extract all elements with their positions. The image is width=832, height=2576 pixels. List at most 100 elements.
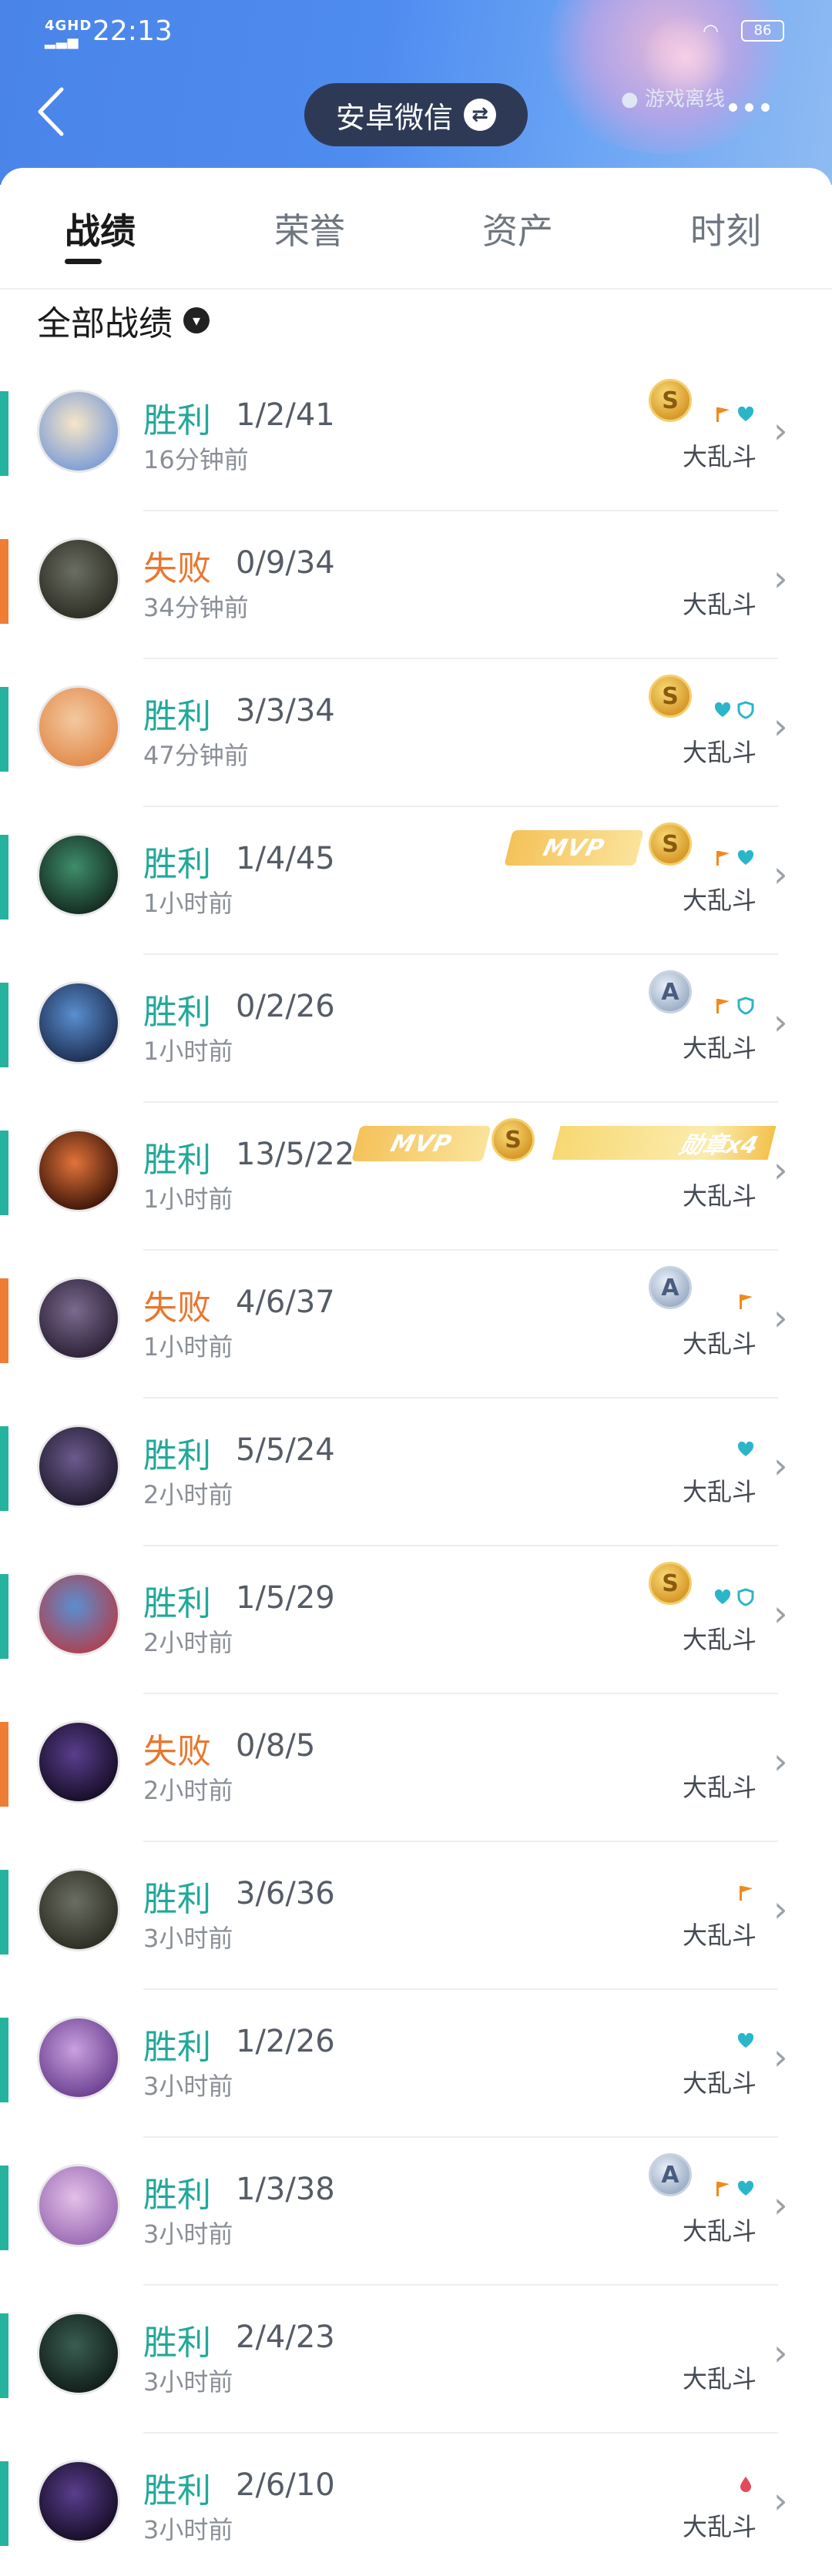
- match-row[interactable]: 胜利 5/5/24 2小时前 大乱斗 ›: [0, 1399, 832, 1546]
- heart-icon: [737, 2032, 754, 2048]
- match-result: 失败: [143, 1288, 211, 1328]
- match-row[interactable]: 胜利 2/6/10 3小时前 大乱斗 ›: [0, 2434, 832, 2576]
- match-row[interactable]: 胜利 1/5/29 2小时前 大乱斗 › S: [0, 1546, 832, 1694]
- match-mode: 大乱斗: [683, 1625, 757, 1654]
- match-tag-icons: [736, 1884, 755, 1902]
- more-options-icon[interactable]: [729, 103, 770, 112]
- result-bar: [0, 1426, 8, 1511]
- match-kda: 3/6/36: [236, 1876, 335, 1911]
- hero-avatar: [37, 2312, 120, 2395]
- match-tag-icons: [713, 405, 755, 424]
- match-row[interactable]: 胜利 1/3/38 3小时前 大乱斗 › A: [0, 2138, 832, 2286]
- match-row[interactable]: 胜利 1/2/41 16分钟前 大乱斗 › S: [0, 363, 832, 511]
- shield-icon: [737, 701, 754, 719]
- tab-moments[interactable]: 时刻: [690, 203, 761, 254]
- match-row[interactable]: 失败 4/6/37 1小时前 大乱斗 › A: [0, 1251, 832, 1399]
- match-row[interactable]: 失败 0/9/34 34分钟前 大乱斗 ›: [0, 511, 832, 659]
- battery-indicator: 86: [741, 20, 784, 42]
- hero-avatar: [37, 2016, 120, 2099]
- blood-drop-icon: [740, 2477, 751, 2492]
- hero-avatar: [37, 1129, 120, 1212]
- rating-label: A: [661, 2161, 679, 2189]
- result-bar: [0, 2461, 8, 2546]
- result-bar: [0, 391, 8, 476]
- match-row[interactable]: 失败 0/8/5 2小时前 大乱斗 ›: [0, 1694, 832, 1842]
- hero-avatar: [37, 390, 120, 473]
- match-time-ago: 2小时前: [143, 1776, 233, 1805]
- rating-label: S: [662, 1569, 679, 1597]
- chevron-down-icon: ▾: [183, 307, 210, 333]
- match-mode: 大乱斗: [683, 2364, 757, 2393]
- match-result: 胜利: [143, 697, 211, 736]
- header: 4GHD ▂▃▅ 22:13 ◠ 86 安卓微信 ⇄ ● 游戏离线: [0, 0, 832, 185]
- match-time-ago: 47分钟前: [143, 741, 249, 770]
- match-row[interactable]: 胜利 2/4/23 3小时前 大乱斗 ›: [0, 2286, 832, 2434]
- result-bar: [0, 1574, 8, 1659]
- match-kda: 3/3/34: [236, 693, 335, 729]
- heart-icon: [737, 2180, 754, 2196]
- match-row[interactable]: 胜利 1/2/26 3小时前 大乱斗 ›: [0, 1990, 832, 2138]
- hero-avatar: [37, 2164, 120, 2247]
- result-bar: [0, 835, 8, 920]
- medal-badge: 勋章x4: [552, 1126, 777, 1160]
- match-row[interactable]: 胜利 1/4/45 1小时前 大乱斗 › MVP S: [0, 807, 832, 955]
- chevron-right-icon: ›: [773, 1888, 788, 1930]
- match-kda: 0/9/34: [236, 545, 335, 581]
- match-time-ago: 1小时前: [143, 1037, 233, 1066]
- match-mode: 大乱斗: [683, 2512, 757, 2541]
- rating-s-badge: S: [649, 822, 692, 866]
- tab-records[interactable]: 战绩: [65, 203, 136, 254]
- account-label: 安卓微信: [335, 100, 453, 135]
- chevron-right-icon: ›: [773, 558, 788, 599]
- tab-assets[interactable]: 资产: [482, 203, 553, 254]
- result-bar: [0, 1278, 8, 1363]
- match-mode: 大乱斗: [683, 886, 757, 915]
- signal-indicator: 4GHD ▂▃▅: [45, 18, 92, 49]
- heart-icon: [737, 1441, 754, 1456]
- match-row[interactable]: 胜利 0/2/26 1小时前 大乱斗 › A: [0, 955, 832, 1103]
- match-time-ago: 1小时前: [143, 1184, 233, 1214]
- match-result: 失败: [143, 549, 211, 588]
- match-time-ago: 2小时前: [143, 1480, 233, 1509]
- flag-icon: [716, 407, 730, 422]
- match-time-ago: 3小时前: [143, 1924, 233, 1953]
- match-kda: 1/2/26: [236, 2024, 335, 2059]
- match-result: 胜利: [143, 1436, 211, 1476]
- match-tag-icons: [713, 997, 755, 1015]
- result-bar: [0, 2166, 8, 2250]
- match-result: 胜利: [143, 401, 211, 440]
- match-row[interactable]: 胜利 3/3/34 47分钟前 大乱斗 › S: [0, 659, 832, 807]
- chevron-right-icon: ›: [773, 410, 788, 451]
- match-tag-icons: [713, 701, 755, 719]
- match-result: 胜利: [143, 2028, 211, 2067]
- status-time: 22:13: [92, 15, 173, 47]
- records-filter[interactable]: 全部战绩 ▾: [37, 297, 210, 343]
- tab-honor[interactable]: 荣誉: [274, 203, 345, 254]
- match-time-ago: 3小时前: [143, 2515, 233, 2544]
- back-arrow-icon[interactable]: [35, 85, 66, 139]
- active-tab-indicator: [65, 259, 102, 264]
- match-row[interactable]: 胜利 3/6/36 3小时前 大乱斗 ›: [0, 1842, 832, 1990]
- account-switch-button[interactable]: 安卓微信 ⇄: [304, 83, 528, 146]
- match-result: 胜利: [143, 2176, 211, 2215]
- mvp-badge: MVP: [504, 830, 644, 866]
- rating-label: S: [662, 682, 679, 710]
- rating-label: S: [662, 387, 679, 414]
- flag-icon: [716, 851, 730, 866]
- match-mode: 大乱斗: [683, 1329, 757, 1358]
- signal-label: 4GHD: [45, 18, 92, 34]
- filter-label: 全部战绩: [37, 304, 173, 343]
- match-row[interactable]: 胜利 13/5/22 1小时前 大乱斗 › MVP S 勋章x4: [0, 1103, 832, 1251]
- mvp-label: MVP: [540, 834, 608, 862]
- match-kda: 1/2/41: [236, 397, 335, 433]
- rating-label: A: [661, 978, 679, 1006]
- match-kda: 13/5/22: [236, 1137, 355, 1172]
- hero-avatar: [37, 1277, 120, 1360]
- heart-icon: [737, 849, 754, 865]
- match-tag-icons: [736, 2475, 755, 2494]
- hero-avatar: [37, 685, 120, 769]
- hero-avatar: [37, 1868, 120, 1951]
- match-mode: 大乱斗: [683, 1921, 757, 1950]
- mvp-label: MVP: [387, 1130, 455, 1157]
- match-result: 胜利: [143, 2471, 211, 2511]
